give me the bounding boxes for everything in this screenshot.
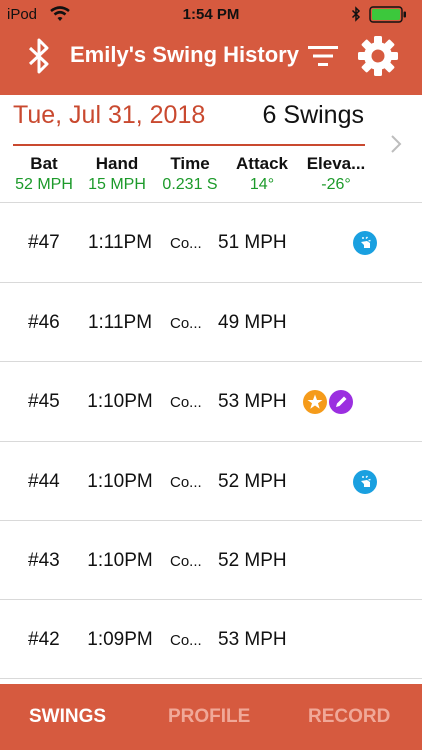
tap-icon — [353, 470, 377, 494]
swing-row[interactable]: #46 1:11PM Co... 49 MPH — [0, 283, 422, 362]
swing-type: Co... — [170, 235, 202, 252]
swing-type: Co... — [170, 394, 202, 411]
swing-type: Co... — [170, 553, 202, 570]
stat-value: 52 MPH — [15, 176, 73, 193]
tab-bar: SWINGS PROFILE RECORD — [0, 684, 422, 750]
tab-swings[interactable]: SWINGS — [29, 684, 106, 750]
swing-row[interactable]: #43 1:10PM Co... 52 MPH — [0, 521, 422, 600]
swing-time: 1:10PM — [87, 391, 153, 412]
session-date[interactable]: Tue, Jul 31, 2018 — [13, 101, 205, 130]
status-bar: iPod 1:54 PM — [0, 0, 422, 28]
stat-label: Eleva... — [306, 154, 366, 173]
stat-label: Time — [170, 154, 210, 173]
battery-icon — [369, 6, 406, 23]
swing-count: 6 Swings — [262, 101, 364, 129]
stat-hand: Hand 15 MPH — [80, 154, 154, 194]
swing-time: 1:10PM — [87, 471, 153, 492]
swing-number: #44 — [28, 471, 60, 492]
chevron-right-icon[interactable] — [389, 133, 403, 155]
swing-speed: 53 MPH — [218, 629, 287, 650]
swing-time: 1:10PM — [87, 550, 153, 571]
date-underline — [13, 144, 365, 146]
stat-value: -26° — [321, 176, 351, 193]
swing-row[interactable]: #45 1:10PM Co... 53 MPH — [0, 362, 422, 441]
swing-number: #45 — [28, 391, 60, 412]
swing-speed: 51 MPH — [218, 232, 287, 253]
stat-value: 15 MPH — [88, 176, 146, 193]
stat-elevation: Eleva... -26° — [300, 154, 372, 194]
swing-type: Co... — [170, 474, 202, 491]
stat-label: Attack — [236, 154, 288, 173]
stat-label: Bat — [30, 154, 58, 173]
swing-number: #43 — [28, 550, 60, 571]
swing-time: 1:11PM — [87, 312, 153, 333]
stats-summary: Bat 52 MPH Hand 15 MPH Time 0.231 S Atta… — [0, 154, 372, 196]
swing-speed: 52 MPH — [218, 550, 287, 571]
pencil-icon — [329, 390, 353, 414]
swing-row[interactable]: #44 1:10PM Co... 52 MPH — [0, 442, 422, 521]
swing-type: Co... — [170, 632, 202, 649]
stat-value: 0.231 S — [162, 176, 218, 193]
swing-row[interactable]: #47 1:11PM Co... 51 MPH — [0, 203, 422, 282]
swing-time: 1:09PM — [87, 629, 153, 650]
swing-time: 1:11PM — [87, 232, 153, 253]
swing-number: #47 — [28, 232, 60, 253]
stat-label: Hand — [95, 154, 139, 173]
tab-record[interactable]: RECORD — [308, 684, 390, 750]
swing-number: #42 — [28, 629, 60, 650]
tab-profile[interactable]: PROFILE — [168, 684, 250, 750]
row-divider — [0, 678, 422, 679]
swing-speed: 53 MPH — [218, 391, 287, 412]
swing-speed: 52 MPH — [218, 471, 287, 492]
app-header: iPod 1:54 PM Emily's Swing History — [0, 0, 422, 95]
filter-icon[interactable] — [306, 42, 340, 70]
swing-type: Co... — [170, 315, 202, 332]
stat-bat: Bat 52 MPH — [6, 154, 82, 194]
swing-number: #46 — [28, 312, 60, 333]
gear-icon[interactable] — [357, 35, 399, 77]
bluetooth-icon[interactable] — [26, 38, 52, 74]
star-icon — [303, 390, 327, 414]
stat-time: Time 0.231 S — [154, 154, 226, 194]
swing-row[interactable]: #42 1:09PM Co... 53 MPH — [0, 600, 422, 679]
bluetooth-status-icon — [351, 6, 361, 22]
stat-attack: Attack 14° — [228, 154, 296, 194]
swing-speed: 49 MPH — [218, 312, 287, 333]
stat-value: 14° — [249, 176, 275, 193]
page-title: Emily's Swing History — [70, 42, 299, 67]
tap-icon — [353, 231, 377, 255]
